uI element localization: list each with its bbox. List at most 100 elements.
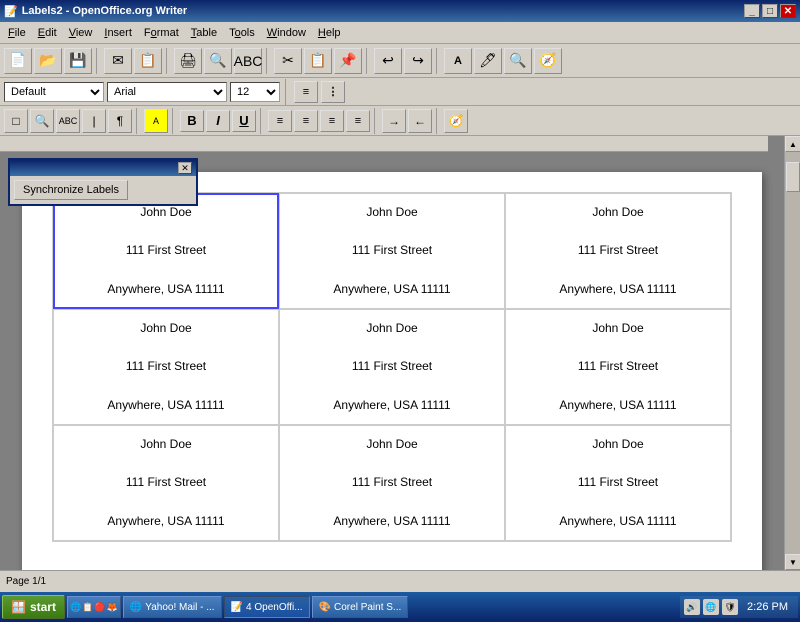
toolbar-sep1: [96, 48, 100, 74]
menu-window[interactable]: Window: [261, 25, 312, 41]
undo-button[interactable]: ↩: [374, 48, 402, 74]
abc-check-button[interactable]: ABC: [56, 109, 80, 133]
new-button[interactable]: 📄: [4, 48, 32, 74]
horizontal-ruler: [0, 136, 768, 152]
align-justify-button[interactable]: ≡: [346, 110, 370, 132]
spellcheck-button[interactable]: ABC: [234, 48, 262, 74]
navigator-button[interactable]: 🧭: [534, 48, 562, 74]
title-text: 📝 Labels2 - OpenOffice.org Writer: [4, 5, 187, 18]
list-ordered-button[interactable]: ⋮: [321, 81, 345, 103]
label-8-line3: Anywhere, USA 11111: [333, 512, 450, 531]
menu-edit[interactable]: Edit: [32, 25, 63, 41]
tray-icon-1: 🔊: [684, 599, 700, 615]
formatting-toolbar: Default Arial 12 ≡ ⋮: [0, 78, 800, 106]
taskbar-yahoo-mail[interactable]: 🌐 Yahoo! Mail - ...: [123, 596, 222, 618]
compass-button[interactable]: 🧭: [444, 109, 468, 133]
minimize-button[interactable]: _: [744, 4, 760, 18]
taskbar-openoffice[interactable]: 📝 4 OpenOffi...: [224, 596, 310, 618]
menu-view[interactable]: View: [63, 25, 99, 41]
zoom-button[interactable]: 🔍: [30, 109, 54, 133]
start-icon: 🪟: [11, 600, 26, 614]
maximize-button[interactable]: □: [762, 4, 778, 18]
label-9-line1: John Doe: [592, 435, 643, 454]
label-4-line1: John Doe: [140, 319, 191, 338]
label-2-line3: Anywhere, USA 11111: [333, 280, 450, 299]
open-button[interactable]: 📂: [34, 48, 62, 74]
taskbar-item-icons[interactable]: 🌐 📋 🔴 🦊: [67, 596, 121, 618]
taskbar-yahoo-label: Yahoo! Mail - ...: [145, 602, 214, 613]
list-unordered-button[interactable]: ≡: [294, 81, 318, 103]
label-3-line3: Anywhere, USA 11111: [559, 280, 676, 299]
scroll-thumb[interactable]: [786, 162, 800, 192]
toolbar-sep4: [366, 48, 370, 74]
window-controls: _ □ ✕: [744, 4, 796, 18]
start-label: start: [30, 600, 56, 614]
frame-button[interactable]: □: [4, 109, 28, 133]
label-cell-6: John Doe 111 First Street Anywhere, USA …: [505, 309, 731, 425]
close-button[interactable]: ✕: [780, 4, 796, 18]
find-button[interactable]: 🔍: [504, 48, 532, 74]
menu-help[interactable]: Help: [312, 25, 347, 41]
text-sep5: [436, 108, 440, 134]
paste-button[interactable]: 📌: [334, 48, 362, 74]
menu-format[interactable]: Format: [138, 25, 185, 41]
menu-tools[interactable]: Tools: [223, 25, 261, 41]
sync-labels-toolbar: ✕ Synchronize Labels: [8, 158, 198, 206]
document-page: John Doe 111 First Street Anywhere, USA …: [22, 172, 762, 570]
highlight-button[interactable]: 🖊: [474, 48, 502, 74]
label-cell-4: John Doe 111 First Street Anywhere, USA …: [53, 309, 279, 425]
pdf-button[interactable]: 📋: [134, 48, 162, 74]
highlight-color-button[interactable]: A: [144, 109, 168, 133]
label-cell-3: John Doe 111 First Street Anywhere, USA …: [505, 193, 731, 309]
redo-button[interactable]: ↪: [404, 48, 432, 74]
label-8-line2: 111 First Street: [352, 473, 432, 492]
align-left-button[interactable]: ≡: [268, 110, 292, 132]
label-2-line1: John Doe: [366, 203, 417, 222]
text-sep1: [136, 108, 140, 134]
menu-table[interactable]: Table: [185, 25, 223, 41]
email-button[interactable]: ✉: [104, 48, 132, 74]
copy-button[interactable]: 📋: [304, 48, 332, 74]
menu-file[interactable]: File: [2, 25, 32, 41]
style-selector[interactable]: Default: [4, 82, 104, 102]
label-7-line3: Anywhere, USA 11111: [107, 512, 224, 531]
show-formatting-button[interactable]: ¶: [108, 109, 132, 133]
preview-button[interactable]: 🔍: [204, 48, 232, 74]
label-9-line3: Anywhere, USA 11111: [559, 512, 676, 531]
fontcolor-button[interactable]: A: [444, 48, 472, 74]
italic-button[interactable]: I: [206, 110, 230, 132]
sync-toolbar-title: ✕: [10, 160, 196, 176]
toggle-button[interactable]: |: [82, 109, 106, 133]
label-2-line2: 111 First Street: [352, 241, 432, 260]
font-name-selector[interactable]: Arial: [107, 82, 227, 102]
scroll-down-button[interactable]: ▼: [785, 554, 800, 570]
align-right-button[interactable]: ≡: [320, 110, 344, 132]
cut-button[interactable]: ✂: [274, 48, 302, 74]
save-button[interactable]: 💾: [64, 48, 92, 74]
label-4-line3: Anywhere, USA 11111: [107, 396, 224, 415]
print-button[interactable]: 🖨: [174, 48, 202, 74]
font-size-selector[interactable]: 12: [230, 82, 280, 102]
label-5-line3: Anywhere, USA 11111: [333, 396, 450, 415]
taskbar-corel[interactable]: 🎨 Corel Paint S...: [312, 596, 409, 618]
label-5-line2: 111 First Street: [352, 357, 432, 376]
label-9-line2: 111 First Street: [578, 473, 658, 492]
underline-button[interactable]: U: [232, 110, 256, 132]
scroll-track[interactable]: [785, 152, 800, 554]
text-toolbar: □ 🔍 ABC | ¶ A B I U ≡ ≡ ≡ ≡ → ← 🧭: [0, 106, 800, 136]
start-button[interactable]: 🪟 start: [2, 595, 65, 619]
taskbar-yahoo-icon: 🌐: [130, 602, 142, 613]
tray-icon-3: 🛡: [722, 599, 738, 615]
menu-insert[interactable]: Insert: [98, 25, 138, 41]
outdent-button[interactable]: ←: [408, 109, 432, 133]
label-cell-5: John Doe 111 First Street Anywhere, USA …: [279, 309, 505, 425]
indent-button[interactable]: →: [382, 109, 406, 133]
align-center-button[interactable]: ≡: [294, 110, 318, 132]
bold-button[interactable]: B: [180, 110, 204, 132]
sync-toolbar-close-button[interactable]: ✕: [178, 162, 192, 174]
vertical-scrollbar: ▲ ▼: [784, 136, 800, 570]
scroll-up-button[interactable]: ▲: [785, 136, 800, 152]
label-cell-2: John Doe 111 First Street Anywhere, USA …: [279, 193, 505, 309]
synchronize-labels-button[interactable]: Synchronize Labels: [14, 180, 128, 200]
label-1-line2: 111 First Street: [126, 241, 206, 260]
